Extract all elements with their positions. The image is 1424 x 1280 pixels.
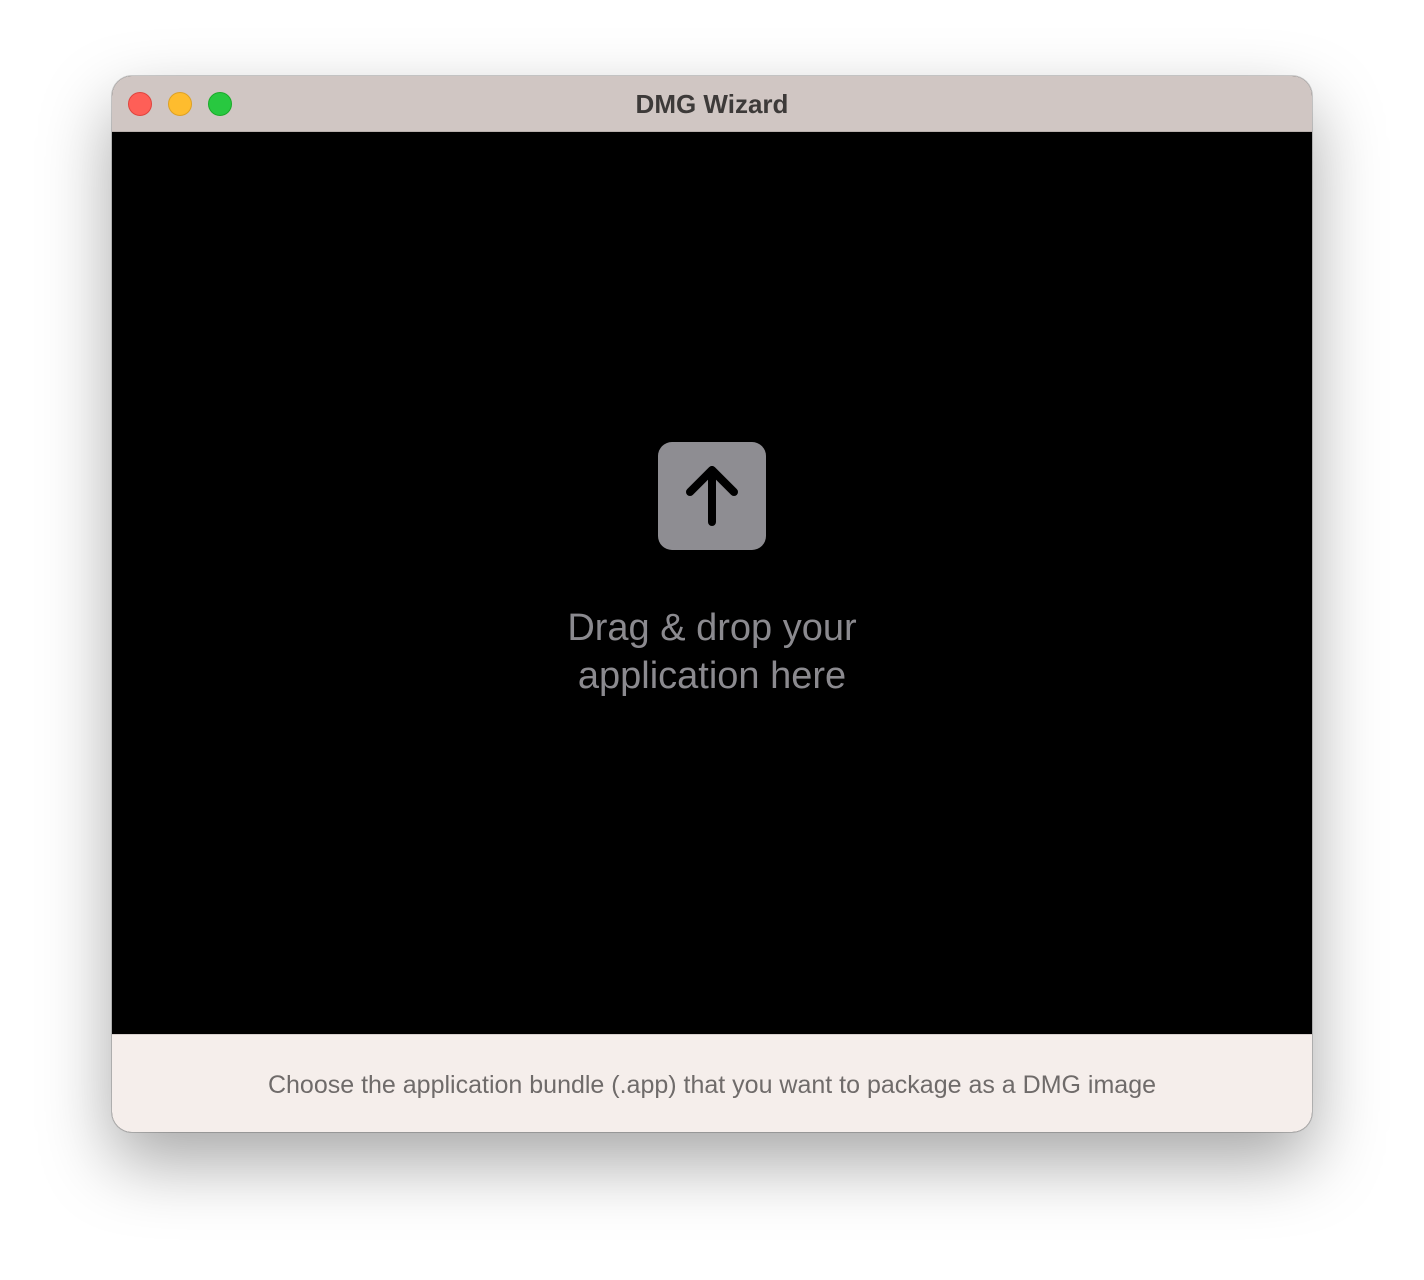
footer-bar: Choose the application bundle (.app) tha… <box>112 1034 1312 1132</box>
footer-hint: Choose the application bundle (.app) tha… <box>267 1071 1157 1099</box>
drop-instructions: Drag & drop your application here <box>412 604 1012 700</box>
drop-instructions-line1: Drag & drop your <box>567 607 857 649</box>
main-content: Drag & drop your application here <box>112 132 1312 1034</box>
drop-instructions-line2: application here <box>577 655 847 697</box>
arrow-up-square-icon <box>658 442 766 550</box>
window-title: DMG Wizard <box>635 89 789 119</box>
title-bar[interactable]: DMG Wizard <box>112 76 1312 132</box>
app-window: DMG Wizard Drag & drop your application … <box>112 76 1312 1132</box>
drop-zone[interactable]: Drag & drop your application here <box>112 132 1312 1034</box>
